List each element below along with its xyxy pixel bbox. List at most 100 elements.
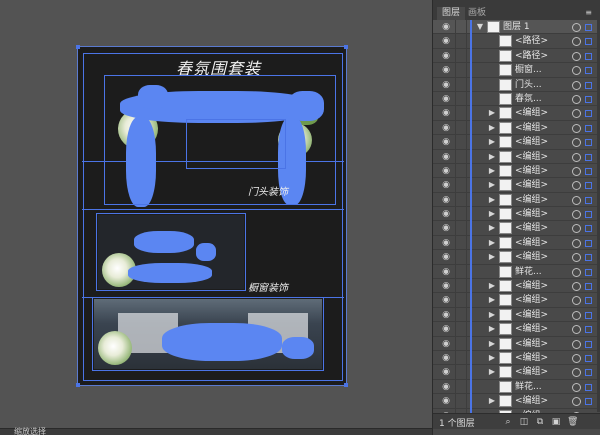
lock-toggle[interactable] <box>455 379 467 394</box>
target-circle-icon[interactable] <box>572 397 581 407</box>
layer-name[interactable]: <编组> <box>515 351 548 365</box>
target-circle-icon[interactable] <box>572 353 581 363</box>
sublayer-row[interactable]: ◉ ▶ <编组> <box>433 192 600 208</box>
make-clipping-mask-icon[interactable]: ◫ <box>519 417 529 427</box>
visibility-eye-icon[interactable]: ◉ <box>439 396 453 406</box>
visibility-eye-icon[interactable]: ◉ <box>439 22 453 32</box>
sublayer-row[interactable]: ◉ ▶ <编组> <box>433 135 600 151</box>
visibility-eye-icon[interactable]: ◉ <box>439 108 453 118</box>
layer-name[interactable]: <编组> <box>515 207 548 221</box>
selection-indicator[interactable] <box>585 38 592 46</box>
target-circle-icon[interactable] <box>572 310 581 320</box>
target-circle-icon[interactable] <box>572 123 581 133</box>
layer-name[interactable]: <编组> <box>515 164 548 178</box>
target-circle-icon[interactable] <box>572 37 581 47</box>
sublayer-row[interactable]: ◉ ▶ <编组> <box>433 250 600 266</box>
sublayer-row[interactable]: ◉ ▶ <编组> <box>433 279 600 295</box>
layer-name[interactable]: <编组> <box>515 178 548 192</box>
sublayer-row[interactable]: ◉ ▶ <编组> <box>433 307 600 323</box>
sublayer-row[interactable]: ◉ ▶ <编组> <box>433 365 600 381</box>
target-circle-icon[interactable] <box>572 66 581 76</box>
target-circle-icon[interactable] <box>572 23 581 32</box>
sublayer-row[interactable]: ◉ 门头... <box>433 77 600 93</box>
lock-toggle[interactable] <box>455 106 467 121</box>
visibility-eye-icon[interactable]: ◉ <box>439 295 453 305</box>
layer-name[interactable]: 橱窗... <box>515 63 542 77</box>
handle-bottom-left[interactable] <box>76 383 80 387</box>
lock-toggle[interactable] <box>455 63 467 78</box>
lock-toggle[interactable] <box>455 250 467 265</box>
target-circle-icon[interactable] <box>572 195 581 205</box>
target-circle-icon[interactable] <box>572 224 581 234</box>
selection-indicator[interactable] <box>585 167 592 175</box>
lock-toggle[interactable] <box>455 235 467 250</box>
lock-toggle[interactable] <box>455 149 467 164</box>
expand-arrow-icon[interactable]: ▼ <box>475 21 485 33</box>
visibility-eye-icon[interactable]: ◉ <box>439 252 453 262</box>
expand-arrow-icon[interactable]: ▶ <box>487 323 497 335</box>
layer-name[interactable]: <编组> <box>515 121 548 135</box>
delete-icon[interactable]: 🗑 <box>567 417 578 427</box>
expand-arrow-icon[interactable]: ▶ <box>487 194 497 206</box>
layer-name[interactable]: 图层 1 <box>503 20 530 34</box>
expand-arrow-icon[interactable]: ▶ <box>487 309 497 321</box>
target-circle-icon[interactable] <box>572 51 581 61</box>
sublayer-row[interactable]: ◉ ▶ <编组> <box>433 106 600 122</box>
layer-name[interactable]: <编组> <box>515 322 548 336</box>
target-circle-icon[interactable] <box>572 267 581 277</box>
lock-toggle[interactable] <box>455 135 467 150</box>
sublayer-row[interactable]: ◉ ▶ <编组> <box>433 178 600 194</box>
lock-toggle[interactable] <box>455 192 467 207</box>
sublayer-row[interactable]: ◉ ▶ <编组> <box>433 322 600 338</box>
selection-indicator[interactable] <box>585 354 592 362</box>
visibility-eye-icon[interactable]: ◉ <box>439 382 453 392</box>
layer-name[interactable]: <路径> <box>515 49 548 63</box>
lock-toggle[interactable] <box>455 394 467 409</box>
selection-indicator[interactable] <box>585 110 592 118</box>
target-circle-icon[interactable] <box>572 339 581 349</box>
lock-toggle[interactable] <box>455 279 467 294</box>
layer-name[interactable]: <编组> <box>515 365 548 379</box>
sublayer-row[interactable]: ◉ <路径> <box>433 48 600 64</box>
visibility-eye-icon[interactable]: ◉ <box>439 223 453 233</box>
lock-toggle[interactable] <box>455 336 467 351</box>
selection-indicator[interactable] <box>585 239 592 247</box>
sublayer-row[interactable]: ◉ ▶ <编组> <box>433 293 600 309</box>
target-circle-icon[interactable] <box>572 109 581 119</box>
expand-arrow-icon[interactable]: ▶ <box>487 366 497 378</box>
target-circle-icon[interactable] <box>572 166 581 176</box>
sublayer-row[interactable]: ◉ 橱窗... <box>433 63 600 79</box>
visibility-eye-icon[interactable]: ◉ <box>439 267 453 277</box>
tab-artboards[interactable]: 画板 <box>463 7 491 20</box>
expand-arrow-icon[interactable]: ▶ <box>487 352 497 364</box>
layer-name[interactable]: 鲜花... <box>515 380 542 394</box>
selection-indicator[interactable] <box>585 311 592 319</box>
visibility-eye-icon[interactable]: ◉ <box>439 51 453 61</box>
target-circle-icon[interactable] <box>572 296 581 306</box>
sublayer-row[interactable]: ◉ ▶ <编组> <box>433 394 600 410</box>
expand-arrow-icon[interactable]: ▶ <box>487 222 497 234</box>
layer-name[interactable]: 门头... <box>515 78 542 92</box>
visibility-eye-icon[interactable]: ◉ <box>439 367 453 377</box>
sublayer-row[interactable]: ◉ 鲜花... <box>433 379 600 395</box>
target-circle-icon[interactable] <box>572 325 581 335</box>
lock-toggle[interactable] <box>455 307 467 322</box>
selection-indicator[interactable] <box>585 297 592 305</box>
new-layer-icon[interactable]: ▣ <box>551 417 561 427</box>
sublayer-row[interactable]: ◉ ▶ <编组> <box>433 149 600 165</box>
layer-name[interactable]: <编组> <box>515 279 548 293</box>
visibility-eye-icon[interactable]: ◉ <box>439 195 453 205</box>
selection-indicator[interactable] <box>585 369 592 377</box>
expand-arrow-icon[interactable]: ▶ <box>487 136 497 148</box>
lock-toggle[interactable] <box>455 221 467 236</box>
selection-indicator[interactable] <box>585 268 592 276</box>
artboard[interactable]: 春氛围套装 门头装饰 橱窗装饰 <box>76 45 348 387</box>
target-circle-icon[interactable] <box>572 253 581 263</box>
lock-toggle[interactable] <box>455 293 467 308</box>
layer-name[interactable]: <编组> <box>515 221 548 235</box>
visibility-eye-icon[interactable]: ◉ <box>439 94 453 104</box>
selection-indicator[interactable] <box>585 67 592 75</box>
selection-indicator[interactable] <box>585 182 592 190</box>
selection-indicator[interactable] <box>585 95 592 103</box>
selection-indicator[interactable] <box>585 139 592 147</box>
